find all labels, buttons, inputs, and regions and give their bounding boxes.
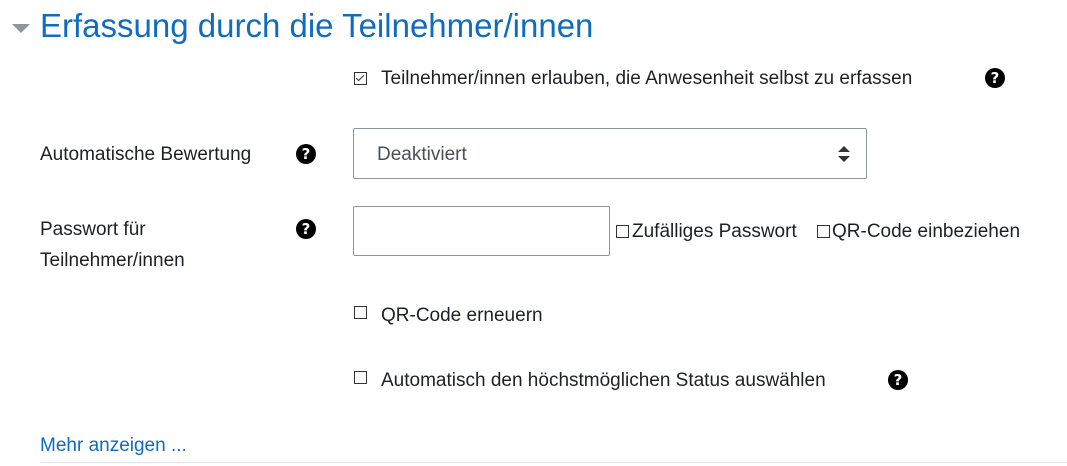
collapse-caret-icon[interactable]	[12, 24, 30, 33]
auto-status-label[interactable]: Automatisch den höchstmöglichen Status a…	[381, 365, 826, 396]
select-arrows-icon	[838, 146, 850, 162]
allow-self-marking-label[interactable]: Teilnehmer/innen erlauben, die Anwesenhe…	[381, 63, 912, 94]
random-password-checkbox[interactable]	[616, 225, 629, 238]
show-more-link[interactable]: Mehr anzeigen ...	[40, 430, 187, 461]
rotate-qr-code-checkbox[interactable]	[354, 306, 367, 319]
section-title[interactable]: Erfassung durch die Teilnehmer/innen	[40, 4, 593, 48]
auto-grading-label: Automatische Bewertung	[40, 144, 252, 165]
password-label-line1: Passwort für	[40, 219, 146, 240]
divider	[40, 462, 1067, 463]
rotate-qr-code-label[interactable]: QR-Code erneuern	[381, 300, 543, 331]
help-icon[interactable]: ?	[888, 370, 908, 390]
auto-grading-selected-value: Deaktiviert	[377, 144, 467, 165]
student-password-input[interactable]	[353, 206, 610, 256]
include-qr-code-label[interactable]: QR-Code einbeziehen	[832, 216, 1020, 247]
help-icon[interactable]: ?	[985, 68, 1005, 88]
random-password-label[interactable]: Zufälliges Passwort	[632, 216, 797, 247]
help-icon[interactable]: ?	[296, 144, 316, 164]
help-icon[interactable]: ?	[296, 219, 316, 239]
auto-status-checkbox[interactable]	[354, 371, 367, 384]
password-label-line2: Teilnehmer/innen	[40, 250, 185, 271]
allow-self-marking-checkbox[interactable]	[354, 72, 367, 85]
include-qr-code-checkbox[interactable]	[817, 225, 830, 238]
auto-grading-select[interactable]: Deaktiviert	[353, 128, 867, 179]
